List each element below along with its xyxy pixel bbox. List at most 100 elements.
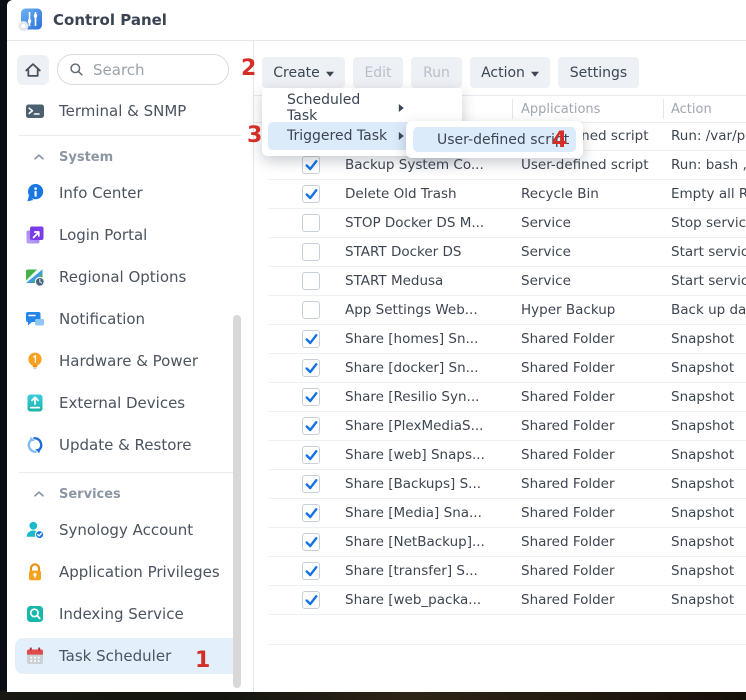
search-input[interactable] [91,60,213,80]
sidebar-item-hardware-power[interactable]: Hardware & Power [7,340,253,382]
check-icon [305,595,318,606]
sidebar-item-label: Synology Account [59,521,193,539]
row-checkbox[interactable] [302,330,320,348]
action-cell: Snapshot [671,557,746,586]
info-center-icon [25,183,45,203]
row-checkbox[interactable] [302,359,320,377]
table-row[interactable]: Share [docker] Sn...Shared FolderSnapsho… [254,354,746,383]
task-name-cell: Delete Old Trash [345,180,511,209]
table-row[interactable]: STOP Docker DS M...ServiceStop servic [254,209,746,238]
section-header-services[interactable]: Services [7,481,253,507]
search-box[interactable] [57,54,229,85]
sidebar-item-notification[interactable]: Notification [7,298,253,340]
menu-item-scheduled-task[interactable]: Scheduled Task [268,94,456,122]
sidebar-item-external-devices[interactable]: External Devices [7,382,253,424]
column-header-action[interactable]: Action [671,96,712,122]
row-checkbox[interactable] [302,533,320,551]
row-checkbox[interactable] [302,272,320,290]
menu-item-label: Scheduled Task [287,92,392,124]
task-name-cell: Share [web] Snaps... [345,441,511,470]
sidebar-list: Terminal & SNMP System Info Center Login Po… [7,93,253,674]
row-checkbox[interactable] [302,301,320,319]
row-checkbox[interactable] [302,388,320,406]
home-icon [24,61,42,79]
table-row[interactable]: App Settings Web...Hyper BackupBack up d… [254,296,746,325]
sidebar-item-application-privileges[interactable]: Application Privileges [7,551,253,593]
table-row[interactable]: Share [web_packa...Shared FolderSnapshot [254,586,746,615]
row-checkbox[interactable] [302,591,320,609]
application-privileges-icon [25,562,45,582]
table-row[interactable]: Share [NetBackup]... Shared Folder Snapsho… [254,528,746,557]
table-row[interactable]: Share [PlexMediaS...Shared FolderSnapsho… [254,412,746,441]
action-cell: Snapshot [671,586,746,615]
task-name-cell: Share [web_packa... [345,586,511,615]
action-cell: Snapshot [671,470,746,499]
sidebar-item-login-portal[interactable]: Login Portal [7,214,253,256]
sidebar-item-info-center[interactable]: Info Center [7,172,253,214]
table-row[interactable]: Share [homes] Sn...Shared FolderSnapshot [254,325,746,354]
sidebar-item-terminal-snmp[interactable]: Terminal & SNMP [7,93,253,129]
table-row[interactable]: Share [Resilio Syn...Shared FolderSnapsh… [254,383,746,412]
task-scheduler-icon [25,646,45,666]
column-header-applications[interactable]: Applications [521,96,600,122]
submenu-arrow-icon [398,104,404,112]
table-row[interactable]: Share [Media] Sna...Shared FolderSnapsho… [254,499,746,528]
check-icon [305,363,318,374]
check-icon [305,479,318,490]
section-header-system[interactable]: System [7,144,253,170]
row-checkbox[interactable] [302,214,320,232]
table-row[interactable]: START MedusaServiceStart servic [254,267,746,296]
check-icon [305,537,318,548]
sidebar-top [7,41,253,85]
divider [19,135,241,136]
sidebar-item-label: Login Portal [59,226,147,244]
terminal-icon [25,101,45,121]
row-checkbox[interactable] [302,243,320,261]
sidebar-item-indexing-service[interactable]: Indexing Service [7,593,253,635]
task-name-cell: Share [transfer] S... [345,557,511,586]
check-icon [305,421,318,432]
row-checkbox[interactable] [302,475,320,493]
row-checkbox[interactable] [302,446,320,464]
table-row[interactable]: Share [web] Snaps...Shared FolderSnapsho… [254,441,746,470]
home-button[interactable] [17,55,49,85]
row-checkbox[interactable] [302,562,320,580]
action-button[interactable]: Action [470,57,550,88]
action-cell: Snapshot [671,528,746,557]
sidebar-item-label: Task Scheduler [59,647,171,665]
table-row[interactable]: Share [Backups] S...Shared FolderSnapsho… [254,470,746,499]
applications-cell: Service [521,267,662,296]
annotation-2: 2 [241,58,256,80]
sidebar-item-label: Notification [59,310,145,328]
sidebar-item-update-restore[interactable]: Update & Restore [7,424,253,466]
row-checkbox[interactable] [302,156,320,174]
notification-icon [25,309,45,329]
task-name-cell: App Settings Web... [345,296,511,325]
action-cell: Snapshot [671,325,746,354]
table-row[interactable]: Share [transfer] S...Shared FolderSnapsh… [254,557,746,586]
sidebar-scrollbar[interactable] [233,315,241,688]
row-checkbox[interactable] [302,504,320,522]
action-cell: Snapshot [671,499,746,528]
toolbar: CreateEditRunActionSettings [254,41,746,88]
row-checkbox[interactable] [302,417,320,435]
settings-button[interactable]: Settings [558,57,639,88]
table-row[interactable]: START Docker DSServiceStart servic [254,238,746,267]
applications-cell: Shared Folder [521,528,662,557]
applications-cell: Service [521,209,662,238]
annotation-3: 3 [247,125,262,147]
sidebar-item-regional-options[interactable]: Regional Options [7,256,253,298]
titlebar: Control Panel [7,0,746,41]
check-icon [305,160,318,171]
section-label: System [59,150,113,165]
create-button[interactable]: Create [262,57,345,88]
task-name-cell: Share [Media] Sna... [345,499,511,528]
task-name-cell: STOP Docker DS M... [345,209,511,238]
sidebar-item-synology-account[interactable]: Synology Account [7,509,253,551]
row-checkbox[interactable] [302,185,320,203]
action-cell: Empty all R [671,180,746,209]
table-row[interactable]: Delete Old TrashRecycle BinEmpty all R [254,180,746,209]
task-name-cell: Share [NetBackup]... [345,528,511,557]
column-separator [512,99,513,119]
sidebar-item-label: Indexing Service [59,605,184,623]
